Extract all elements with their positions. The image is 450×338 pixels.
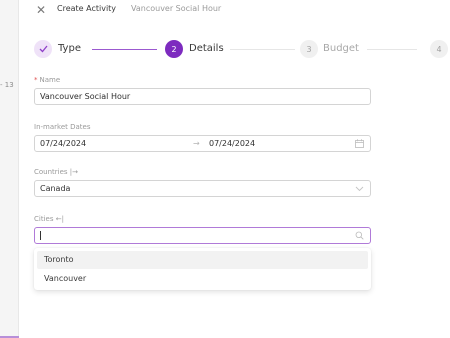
cities-search-input[interactable] bbox=[34, 227, 371, 244]
name-field[interactable]: Vancouver Social Hour bbox=[34, 88, 371, 105]
name-label-text: Name bbox=[39, 76, 61, 84]
background-page-panel: - 13 bbox=[0, 0, 19, 338]
step-connector-3 bbox=[367, 49, 417, 50]
stepper: Type 2 Details 3 Budget 4 bbox=[19, 40, 450, 60]
cities-dropdown: Toronto Vancouver bbox=[34, 248, 371, 290]
step-details-circle[interactable]: 2 bbox=[165, 40, 183, 58]
drawer-header: ✕ Create Activity Vancouver Social Hour bbox=[19, 0, 450, 20]
step-budget-number: 3 bbox=[306, 44, 312, 54]
chevron-down-icon bbox=[355, 186, 364, 192]
cities-label: Cities ←| bbox=[34, 215, 64, 223]
start-date-value[interactable]: 07/24/2024 bbox=[40, 139, 86, 148]
create-activity-drawer: ✕ Create Activity Vancouver Social Hour … bbox=[19, 0, 450, 338]
end-date-value[interactable]: 07/24/2024 bbox=[209, 136, 255, 151]
countries-label: Countries |→ bbox=[34, 168, 79, 176]
countries-select[interactable]: Canada bbox=[34, 180, 371, 197]
dates-label: In-market Dates bbox=[34, 123, 91, 131]
date-range-picker[interactable]: 07/24/2024 → 07/24/2024 bbox=[34, 135, 371, 152]
step-connector-2 bbox=[230, 49, 295, 50]
search-icon bbox=[355, 231, 364, 240]
step-details-label[interactable]: Details bbox=[189, 43, 224, 54]
check-icon bbox=[39, 45, 48, 53]
city-option-toronto[interactable]: Toronto bbox=[37, 251, 368, 269]
step-connector-1 bbox=[92, 49, 157, 50]
countries-value: Canada bbox=[40, 184, 71, 193]
required-mark: * bbox=[34, 76, 38, 84]
drawer-subtitle: Vancouver Social Hour bbox=[131, 4, 222, 13]
city-option-vancouver[interactable]: Vancouver bbox=[37, 270, 368, 288]
step-4-number: 4 bbox=[436, 44, 442, 54]
step-budget-circle[interactable]: 3 bbox=[300, 40, 318, 58]
name-label: * Name bbox=[34, 76, 60, 84]
drawer-title: Create Activity bbox=[57, 4, 117, 13]
step-type-label[interactable]: Type bbox=[58, 43, 81, 54]
partial-date-text: - 13 bbox=[0, 81, 14, 89]
name-value: Vancouver Social Hour bbox=[40, 92, 131, 101]
step-details-number: 2 bbox=[171, 44, 177, 54]
date-range-arrow: → bbox=[193, 139, 200, 148]
step-budget-label[interactable]: Budget bbox=[323, 43, 359, 54]
step-4-circle[interactable]: 4 bbox=[430, 40, 448, 58]
close-icon[interactable]: ✕ bbox=[34, 3, 48, 17]
step-type-circle[interactable] bbox=[34, 40, 52, 58]
text-caret bbox=[40, 231, 41, 240]
calendar-icon[interactable] bbox=[355, 139, 364, 148]
